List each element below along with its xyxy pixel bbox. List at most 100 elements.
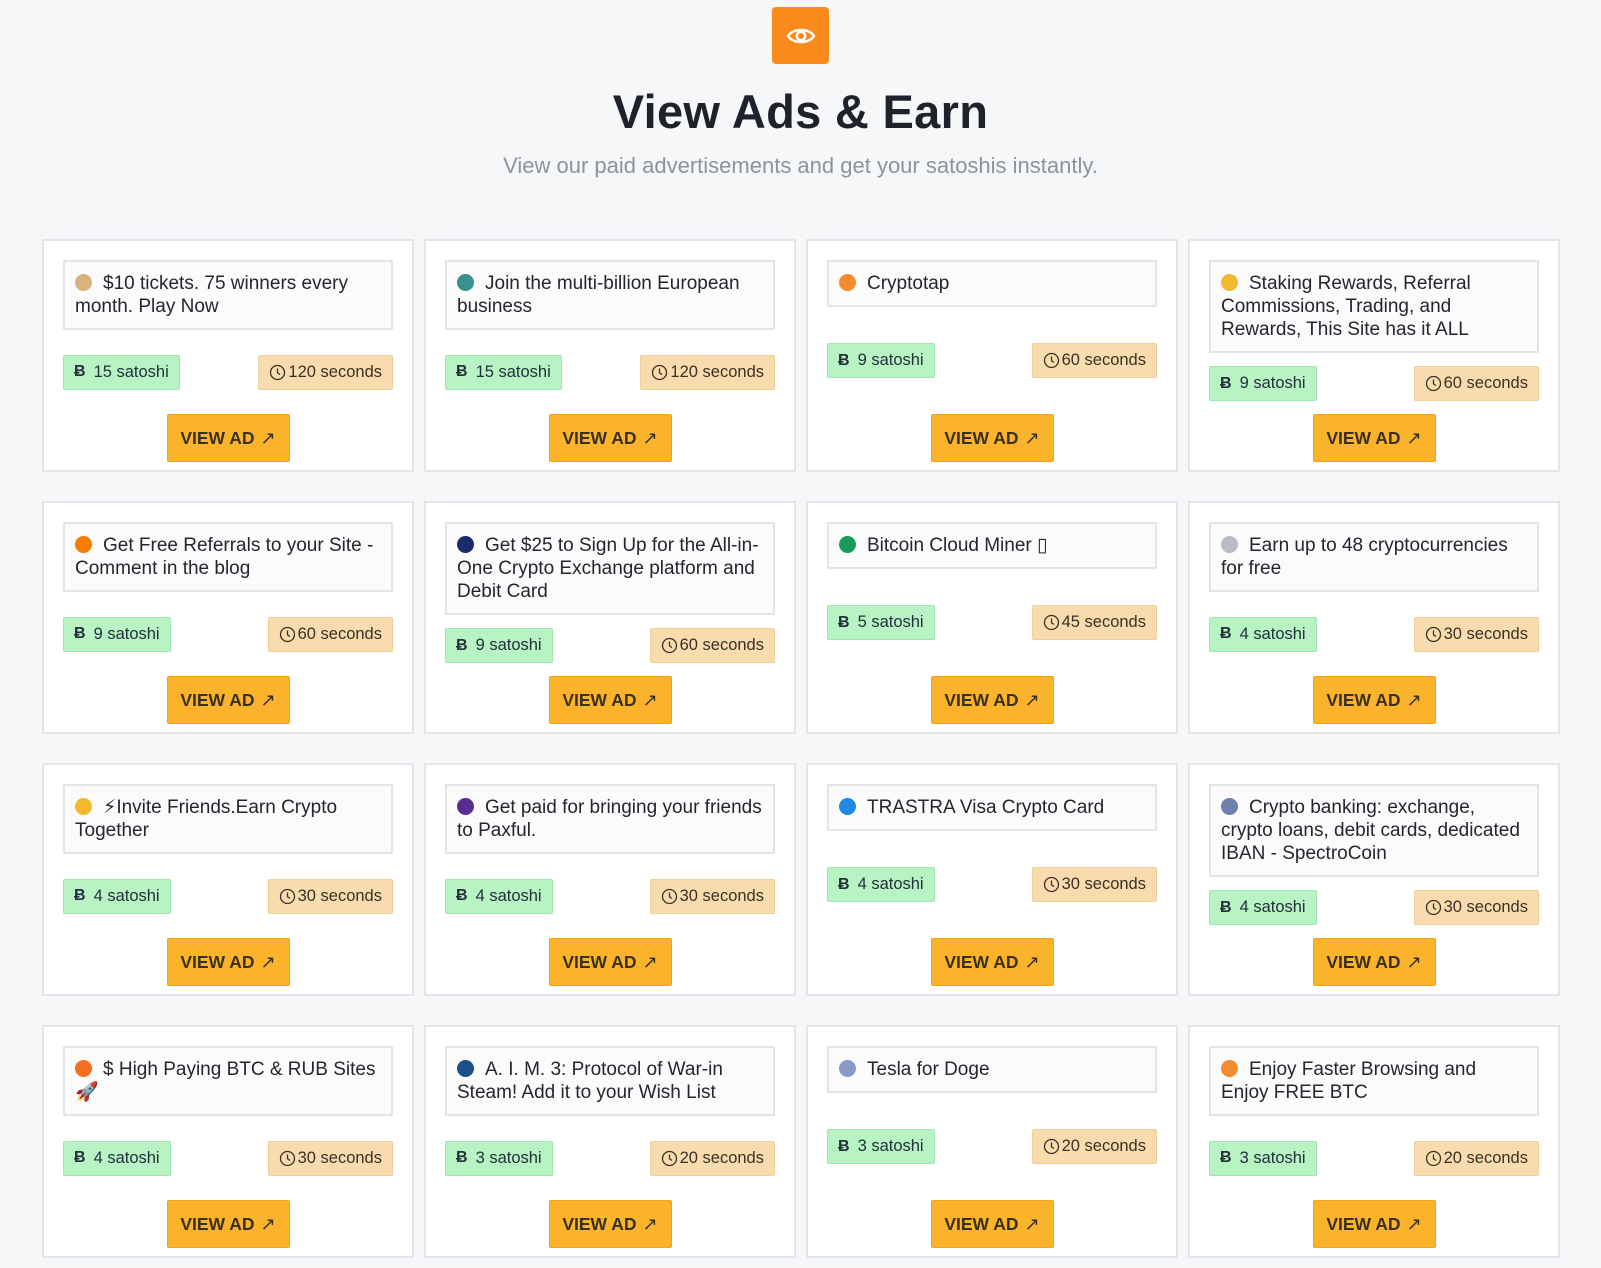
duration-text: 60 seconds bbox=[1443, 374, 1528, 392]
view-ad-button[interactable]: VIEW AD ↗ bbox=[1312, 1200, 1436, 1248]
duration-text: 60 seconds bbox=[1061, 351, 1146, 369]
paxful-icon bbox=[457, 798, 474, 815]
duration-text: 45 seconds bbox=[1061, 613, 1146, 631]
view-ad-button[interactable]: VIEW AD ↗ bbox=[548, 938, 672, 986]
duration-badge: 60 seconds bbox=[1413, 366, 1539, 401]
ad-title: Enjoy Faster Browsing and Enjoy FREE BTC bbox=[1221, 1059, 1477, 1103]
view-ad-button[interactable]: VIEW AD ↗ bbox=[166, 1200, 290, 1248]
duration-badge: 30 seconds bbox=[1413, 616, 1539, 652]
ad-title-box: Enjoy Faster Browsing and Enjoy FREE BTC bbox=[1209, 1046, 1539, 1116]
view-ad-button[interactable]: VIEW AD ↗ bbox=[548, 676, 672, 724]
external-link-icon: ↗ bbox=[642, 427, 658, 448]
ad-card: Tesla for Doge Ƀ 3 satoshi 20 seconds VIEW A… bbox=[806, 1025, 1178, 1258]
clock-icon bbox=[1425, 375, 1441, 392]
ad-title: $10 tickets. 75 winners every month. Pla… bbox=[75, 273, 349, 317]
view-ad-button[interactable]: VIEW AD ↗ bbox=[930, 1200, 1054, 1248]
ad-meta-row: Ƀ 4 satoshi 30 seconds bbox=[1209, 877, 1539, 938]
ad-title-box: Bitcoin Cloud Miner ▯ bbox=[827, 522, 1157, 569]
satoshi-badge: Ƀ 9 satoshi bbox=[445, 628, 553, 663]
bitcoin-icon: Ƀ bbox=[838, 875, 850, 893]
ad-title: Join the multi-billion European business bbox=[457, 273, 740, 317]
ad-title-box: Earn up to 48 cryptocurrencies for free bbox=[1209, 522, 1539, 592]
external-link-icon: ↗ bbox=[1024, 1213, 1040, 1234]
view-ad-label: VIEW AD bbox=[180, 689, 255, 710]
view-ad-label: VIEW AD bbox=[944, 951, 1019, 972]
satoshi-amount: 3 satoshi bbox=[475, 1148, 542, 1167]
ad-meta-row: Ƀ 9 satoshi 60 seconds bbox=[827, 307, 1157, 414]
duration-badge: 30 seconds bbox=[649, 878, 775, 914]
satoshi-amount: 4 satoshi bbox=[93, 886, 160, 905]
satoshi-amount: 3 satoshi bbox=[1239, 1148, 1306, 1167]
ad-title: Cryptotap bbox=[867, 273, 950, 294]
view-ad-button[interactable]: VIEW AD ↗ bbox=[166, 676, 290, 724]
duration-text: 20 seconds bbox=[1061, 1137, 1146, 1155]
duration-text: 20 seconds bbox=[1443, 1148, 1528, 1167]
ad-title-box: Get Free Referrals to your Site - Commen… bbox=[63, 522, 393, 592]
clock-icon bbox=[1425, 899, 1441, 916]
ad-card: Staking Rewards, Referral Commissions, T… bbox=[1188, 239, 1560, 472]
satoshi-badge: Ƀ 4 satoshi bbox=[63, 878, 171, 914]
ad-title: Bitcoin Cloud Miner ▯ bbox=[867, 535, 1048, 556]
ad-card: Get $25 to Sign Up for the All-in-One Cr… bbox=[424, 501, 796, 734]
ad-title-box: $10 tickets. 75 winners every month. Pla… bbox=[63, 260, 393, 330]
duration-badge: 120 seconds bbox=[640, 354, 775, 390]
duration-badge: 30 seconds bbox=[267, 1140, 393, 1176]
view-ad-button[interactable]: VIEW AD ↗ bbox=[930, 414, 1054, 462]
view-ad-label: VIEW AD bbox=[1326, 427, 1401, 448]
ad-meta-row: Ƀ 9 satoshi 60 seconds bbox=[445, 615, 775, 676]
clock-icon bbox=[279, 1150, 295, 1166]
ad-meta-row: Ƀ 5 satoshi 45 seconds bbox=[827, 569, 1157, 676]
view-ad-button[interactable]: VIEW AD ↗ bbox=[1312, 938, 1436, 986]
clock-icon bbox=[661, 888, 677, 904]
clock-icon bbox=[661, 637, 677, 654]
satoshi-badge: Ƀ 3 satoshi bbox=[1209, 1140, 1317, 1176]
view-ad-button[interactable]: VIEW AD ↗ bbox=[930, 938, 1054, 986]
duration-text: 120 seconds bbox=[670, 362, 764, 381]
ad-card: Bitcoin Cloud Miner ▯ Ƀ 5 satoshi 45 second… bbox=[806, 501, 1178, 734]
clock-icon bbox=[1425, 1150, 1441, 1166]
cryptotap-logo-icon bbox=[839, 274, 856, 291]
clock-icon bbox=[661, 1150, 677, 1166]
view-ad-button[interactable]: VIEW AD ↗ bbox=[1312, 676, 1436, 724]
ad-meta-row: Ƀ 9 satoshi 60 seconds bbox=[1209, 353, 1539, 414]
satoshi-amount: 4 satoshi bbox=[93, 1148, 160, 1167]
clock-icon bbox=[279, 888, 295, 904]
bitcoin-icon: Ƀ bbox=[1220, 374, 1232, 392]
satoshi-amount: 4 satoshi bbox=[475, 886, 542, 905]
external-link-icon: ↗ bbox=[1406, 1213, 1422, 1234]
view-ad-button[interactable]: VIEW AD ↗ bbox=[548, 1200, 672, 1248]
ad-card: Get paid for bringing your friends to Pa… bbox=[424, 763, 796, 996]
external-link-icon: ↗ bbox=[642, 1213, 658, 1234]
ad-title-box: ⚡Invite Friends.Earn Crypto Together bbox=[63, 784, 393, 854]
view-ad-label: VIEW AD bbox=[944, 689, 1019, 710]
duration-text: 30 seconds bbox=[1443, 898, 1528, 916]
ad-title: Get paid for bringing your friends to Pa… bbox=[457, 797, 762, 841]
external-link-icon: ↗ bbox=[1406, 689, 1422, 710]
satoshi-badge: Ƀ 9 satoshi bbox=[63, 616, 171, 652]
view-ad-button[interactable]: VIEW AD ↗ bbox=[166, 938, 290, 986]
external-link-icon: ↗ bbox=[642, 951, 658, 972]
page-title: View Ads & Earn bbox=[612, 85, 989, 138]
duration-badge: 60 seconds bbox=[649, 628, 775, 663]
ad-card: $ High Paying BTC & RUB Sites 🚀 Ƀ 4 satosh… bbox=[42, 1025, 414, 1258]
satoshi-amount: 4 satoshi bbox=[1239, 898, 1306, 916]
ad-card: Get Free Referrals to your Site - Commen… bbox=[42, 501, 414, 734]
view-ad-button[interactable]: VIEW AD ↗ bbox=[548, 414, 672, 462]
view-ad-button[interactable]: VIEW AD ↗ bbox=[1312, 414, 1436, 462]
globe-outline-icon bbox=[839, 1060, 856, 1077]
view-ad-button[interactable]: VIEW AD ↗ bbox=[166, 414, 290, 462]
bitcoin-icon: Ƀ bbox=[74, 1149, 86, 1166]
clock-icon bbox=[652, 364, 668, 380]
ad-title-box: TRASTRA Visa Crypto Card bbox=[827, 784, 1157, 831]
ad-card: ⚡Invite Friends.Earn Crypto Together Ƀ 4 s… bbox=[42, 763, 414, 996]
view-ad-label: VIEW AD bbox=[180, 951, 255, 972]
cloud-miner-icon bbox=[839, 536, 856, 553]
hero-eye-badge bbox=[772, 7, 829, 64]
view-ad-button[interactable]: VIEW AD ↗ bbox=[930, 676, 1054, 724]
page-subtitle: View our paid advertisements and get you… bbox=[503, 153, 1098, 178]
clock-icon bbox=[1043, 352, 1059, 369]
cryptotab-icon bbox=[1221, 1060, 1238, 1077]
bitcoin-icon: Ƀ bbox=[838, 613, 850, 631]
clock-icon bbox=[1043, 614, 1059, 631]
satoshi-badge: Ƀ 15 satoshi bbox=[445, 354, 562, 390]
